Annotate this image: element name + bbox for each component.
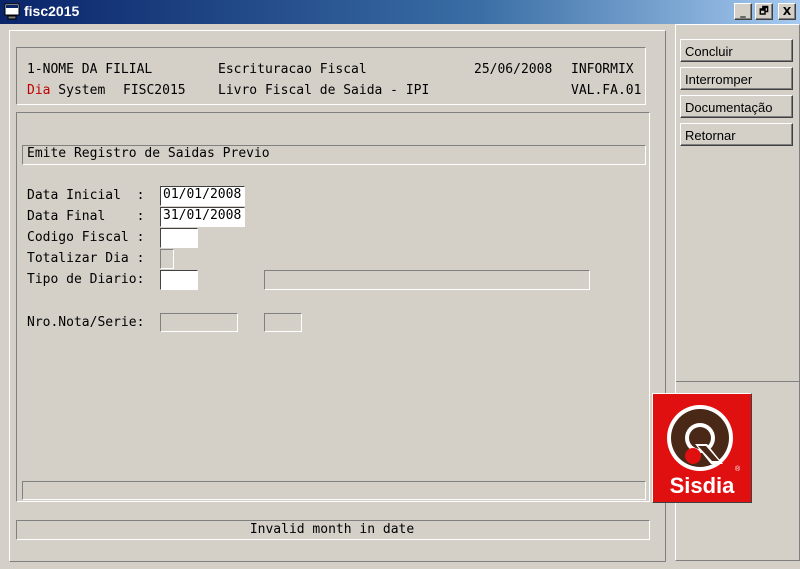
window-title: fisc2015 bbox=[24, 3, 80, 19]
brand-system: System bbox=[50, 83, 106, 98]
serie-field[interactable] bbox=[264, 313, 302, 332]
app-window-icon[interactable] bbox=[4, 3, 20, 20]
header-version: VAL.FA.01 bbox=[571, 83, 642, 98]
header-db: INFORMIX bbox=[571, 62, 634, 77]
codigo-fiscal-input[interactable] bbox=[160, 228, 198, 248]
header-module: Escrituracao Fiscal bbox=[218, 62, 367, 77]
tipo-diario-description bbox=[264, 270, 590, 290]
header-filial: 1-NOME DA FILIAL bbox=[27, 62, 153, 77]
totalizar-dia-field[interactable] bbox=[160, 249, 174, 269]
header-program: FISC2015 bbox=[123, 83, 186, 98]
documentacao-button[interactable]: Documentação bbox=[680, 95, 793, 118]
registered-mark: ® bbox=[735, 466, 741, 473]
interromper-button[interactable]: Interromper bbox=[680, 67, 793, 90]
concluir-button[interactable]: Concluir bbox=[680, 39, 793, 62]
header-date: 25/06/2008 bbox=[474, 62, 553, 77]
brand-label: Dia System bbox=[27, 83, 105, 98]
header-report: Livro Fiscal de Saida - IPI bbox=[218, 83, 430, 98]
form-footer-bar bbox=[22, 481, 646, 500]
nro-nota-field[interactable] bbox=[160, 313, 238, 332]
tipo-diario-input[interactable] bbox=[160, 270, 198, 290]
sisdia-logo-text: Sisdia bbox=[669, 473, 735, 498]
sisdia-logo: Sisdia ® bbox=[652, 393, 752, 503]
close-button[interactable]: X bbox=[778, 3, 796, 20]
title-bar bbox=[0, 0, 800, 24]
minimize-button[interactable]: _ bbox=[734, 3, 752, 20]
form-subtitle: Emite Registro de Saidas Previo bbox=[27, 146, 270, 161]
label-totalizar-dia: Totalizar Dia : bbox=[27, 251, 145, 266]
restore-button[interactable]: 🗗 bbox=[755, 3, 773, 20]
label-nro-nota-serie: Nro.Nota/Serie: bbox=[27, 315, 145, 330]
retornar-button[interactable]: Retornar bbox=[680, 123, 793, 146]
label-codigo-fiscal: Codigo Fiscal : bbox=[27, 230, 145, 245]
data-final-input[interactable]: 31/01/2008 bbox=[160, 207, 245, 227]
status-message: Invalid month in date bbox=[249, 522, 415, 537]
data-inicial-input[interactable]: 01/01/2008 bbox=[160, 186, 245, 206]
brand-dia: Dia bbox=[27, 83, 51, 98]
label-tipo-diario: Tipo de Diario: bbox=[27, 272, 145, 287]
label-data-final: Data Final : bbox=[27, 209, 145, 224]
label-data-inicial: Data Inicial : bbox=[27, 188, 145, 203]
form-box bbox=[16, 112, 650, 502]
